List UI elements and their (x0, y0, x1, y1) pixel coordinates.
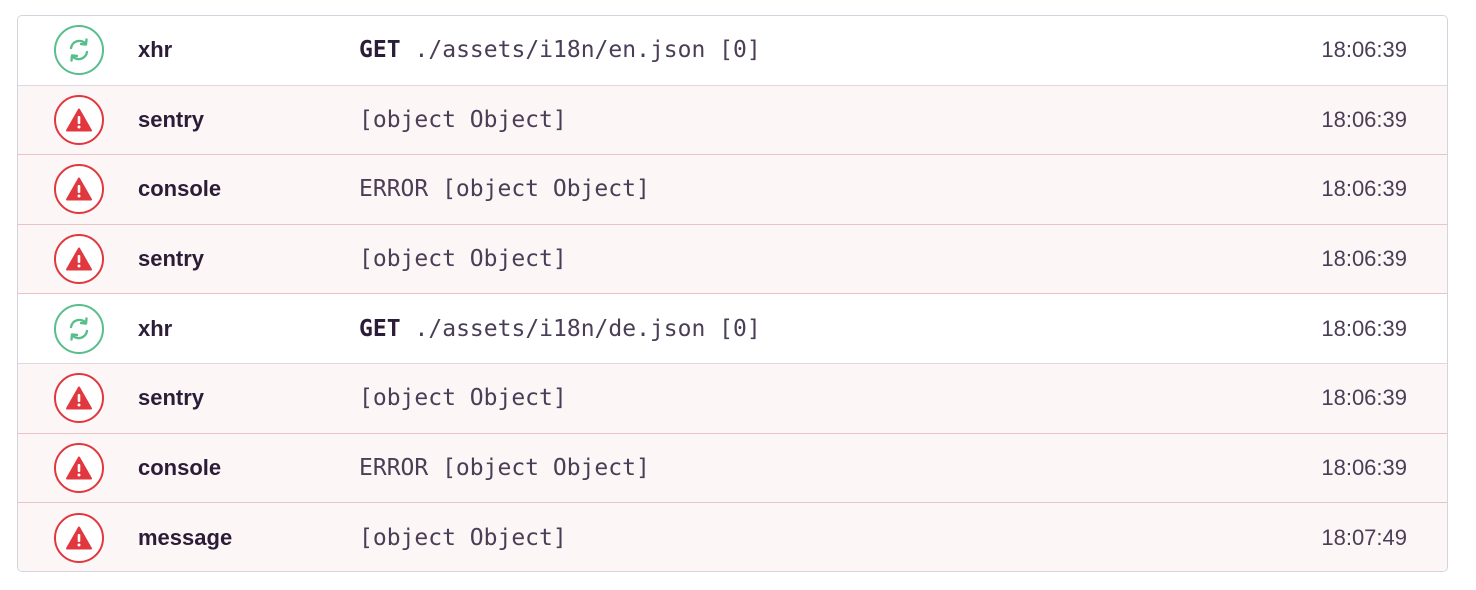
breadcrumb-time: 18:06:39 (1321, 37, 1407, 63)
breadcrumb-method: GET (359, 37, 401, 64)
warning-icon (54, 373, 104, 424)
breadcrumb-row[interactable]: xhr GET ./assets/i18n/de.json [0] 18:06:3… (18, 294, 1447, 364)
breadcrumb-time: 18:06:39 (1321, 176, 1407, 202)
breadcrumbs-panel: xhr GET ./assets/i18n/en.json [0] 18:06:3… (17, 15, 1448, 572)
breadcrumb-message: [object Object] (359, 107, 567, 133)
breadcrumb-message: [object Object] (359, 246, 567, 272)
breadcrumb-message: ERROR [object Object] (359, 176, 650, 202)
breadcrumb-row[interactable]: message [object Object] 18:07:49 (18, 503, 1447, 571)
breadcrumb-message-text: ERROR [object Object] (359, 176, 650, 203)
breadcrumb-message: [object Object] (359, 385, 567, 411)
warning-icon (54, 234, 104, 285)
warning-icon (54, 94, 104, 145)
breadcrumb-message-text: [object Object] (359, 524, 567, 551)
breadcrumb-message-text: ERROR [object Object] (359, 454, 650, 481)
breadcrumb-row[interactable]: console ERROR [object Object] 18:06:39 (18, 433, 1447, 504)
breadcrumb-message: ERROR [object Object] (359, 455, 650, 481)
breadcrumb-message-text: [object Object] (359, 385, 567, 412)
breadcrumb-message: GET ./assets/i18n/de.json [0] (359, 316, 761, 342)
warning-icon (54, 442, 104, 493)
breadcrumb-time: 18:06:39 (1321, 315, 1407, 341)
refresh-icon (54, 303, 104, 354)
breadcrumb-message-text: [object Object] (359, 246, 567, 273)
breadcrumb-message-text: ./assets/i18n/en.json [0] (414, 37, 761, 64)
warning-icon (54, 164, 104, 215)
warning-icon (54, 512, 104, 563)
breadcrumb-row[interactable]: xhr GET ./assets/i18n/en.json [0] 18:06:3… (18, 16, 1447, 86)
breadcrumb-category: sentry (138, 385, 205, 411)
breadcrumb-category: sentry (138, 106, 205, 132)
breadcrumb-time: 18:06:39 (1321, 385, 1407, 411)
breadcrumb-time: 18:06:39 (1321, 106, 1407, 132)
breadcrumb-message-text: ./assets/i18n/de.json [0] (414, 315, 761, 342)
breadcrumb-time: 18:07:49 (1321, 524, 1407, 550)
breadcrumb-message-text: [object Object] (359, 106, 567, 133)
breadcrumb-time: 18:06:39 (1321, 454, 1407, 480)
breadcrumb-row[interactable]: console ERROR [object Object] 18:06:39 (18, 155, 1447, 225)
breadcrumb-category: xhr (138, 315, 173, 341)
breadcrumb-row[interactable]: sentry [object Object] 18:06:39 (18, 85, 1447, 156)
breadcrumb-row[interactable]: sentry [object Object] 18:06:39 (18, 224, 1447, 295)
breadcrumb-category: console (138, 176, 222, 202)
breadcrumb-message: GET ./assets/i18n/en.json [0] (359, 37, 761, 63)
breadcrumb-category: message (138, 524, 233, 550)
breadcrumb-category: xhr (138, 37, 173, 63)
breadcrumb-method: GET (359, 315, 401, 342)
breadcrumb-category: sentry (138, 246, 205, 272)
breadcrumb-row[interactable]: sentry [object Object] 18:06:39 (18, 363, 1447, 434)
breadcrumb-category: console (138, 454, 222, 480)
refresh-icon (54, 25, 104, 76)
breadcrumb-message: [object Object] (359, 525, 567, 551)
breadcrumb-time: 18:06:39 (1321, 246, 1407, 272)
